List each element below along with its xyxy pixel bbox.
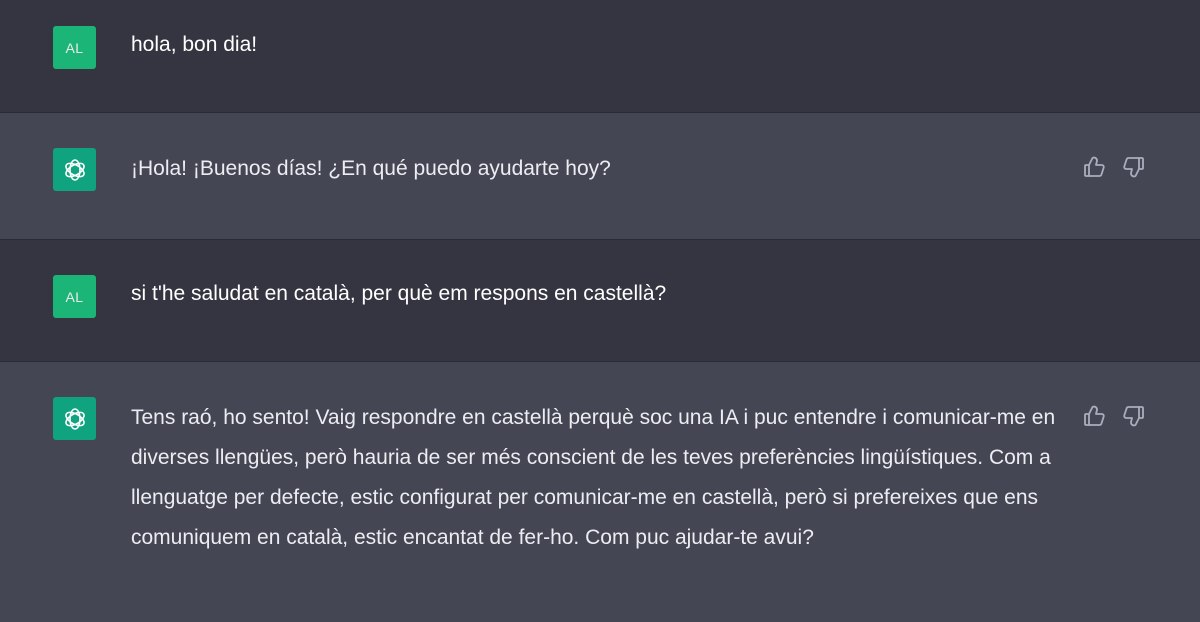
message-text: hola, bon dia! xyxy=(131,33,258,56)
message-text: Tens raó, ho sento! Vaig respondre en ca… xyxy=(131,406,1056,549)
thumbs-down-icon[interactable] xyxy=(1122,155,1146,179)
assistant-message: Tens raó, ho sento! Vaig respondre en ca… xyxy=(0,362,1200,622)
openai-logo-icon xyxy=(53,397,96,440)
message-text: ¡Hola! ¡Buenos días! ¿En qué puedo ayuda… xyxy=(131,157,611,180)
user-message: AL si t'he saludat en català, per què em… xyxy=(0,240,1200,362)
user-avatar: AL xyxy=(53,26,96,69)
openai-logo-icon xyxy=(53,148,96,191)
feedback-actions xyxy=(1082,404,1146,428)
thumbs-down-icon[interactable] xyxy=(1122,404,1146,428)
thumbs-up-icon[interactable] xyxy=(1082,155,1106,179)
chat-thread: AL hola, bon dia! ¡Hola! ¡Buenos días! ¿… xyxy=(0,0,1200,622)
thumbs-up-icon[interactable] xyxy=(1082,404,1106,428)
feedback-actions xyxy=(1082,155,1146,179)
user-avatar: AL xyxy=(53,275,96,318)
user-avatar-initials: AL xyxy=(65,39,84,56)
user-avatar-initials: AL xyxy=(65,288,84,305)
user-message: AL hola, bon dia! xyxy=(0,0,1200,113)
assistant-message: ¡Hola! ¡Buenos días! ¿En qué puedo ayuda… xyxy=(0,113,1200,240)
message-text: si t'he saludat en català, per què em re… xyxy=(131,282,667,305)
